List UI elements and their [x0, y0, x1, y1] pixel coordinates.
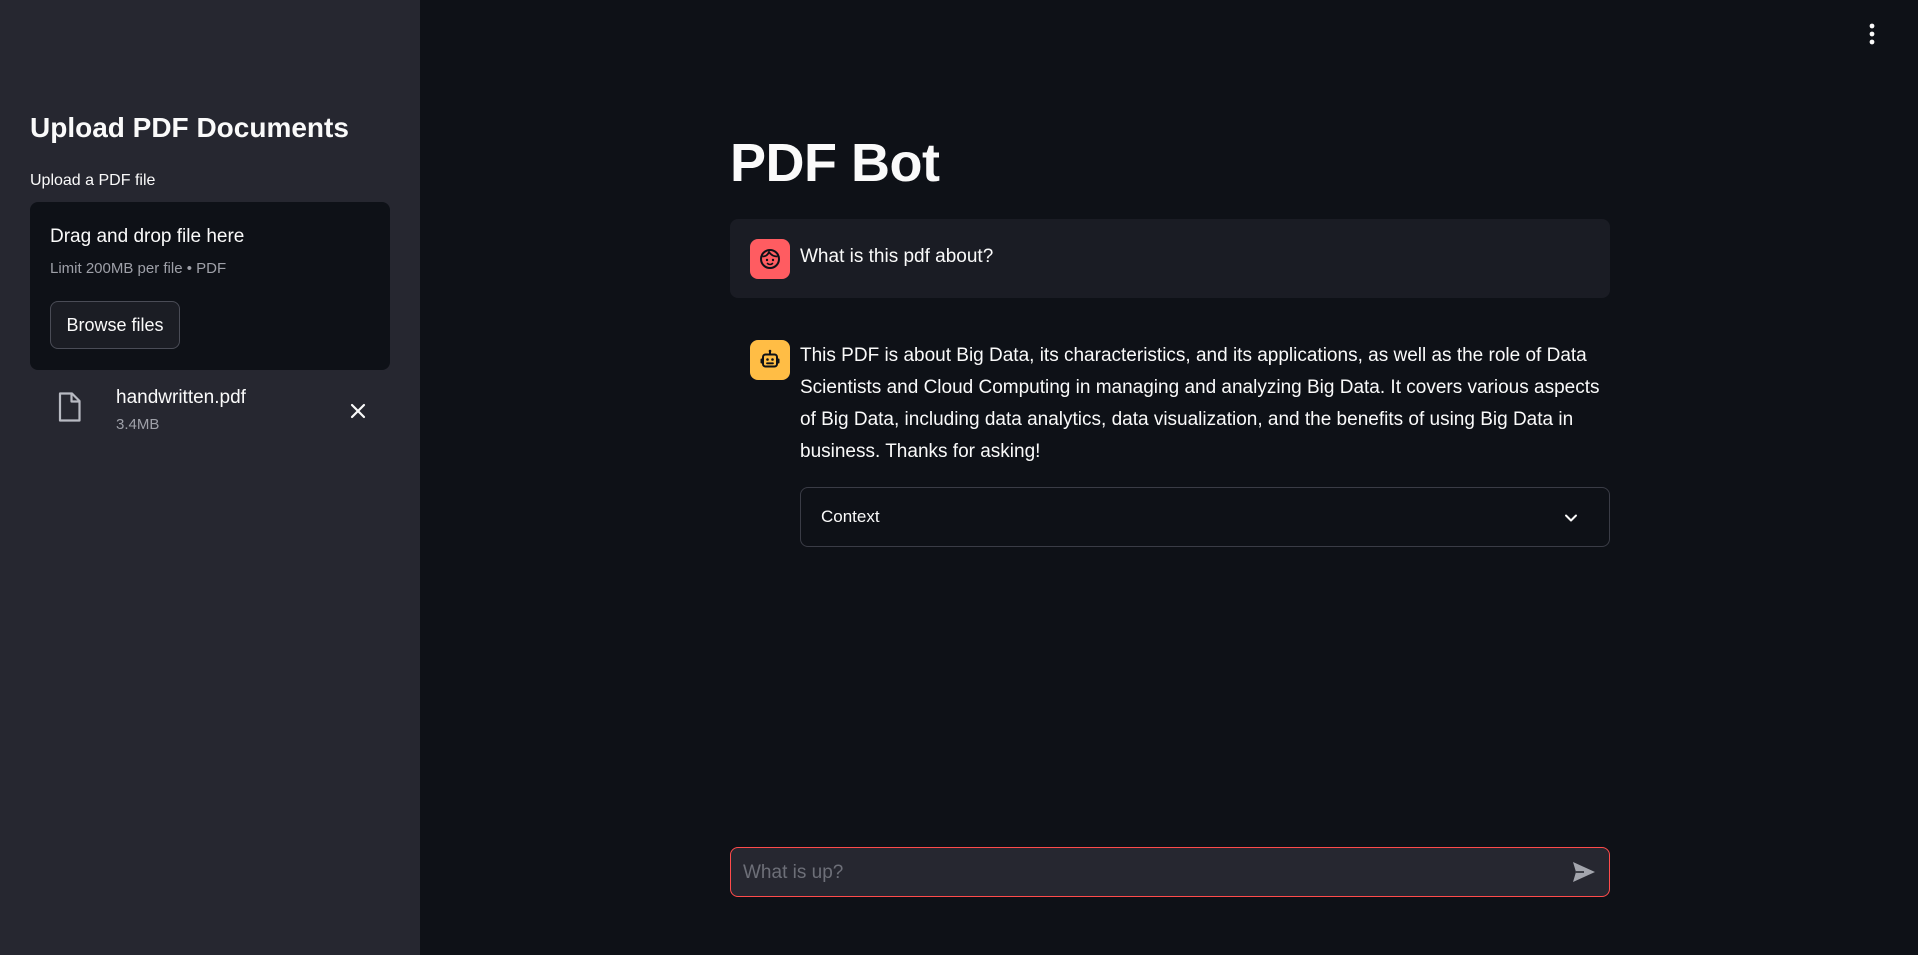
sidebar-title: Upload PDF Documents — [30, 112, 349, 143]
close-icon[interactable] — [346, 399, 370, 423]
robot-icon — [760, 349, 780, 368]
chat-message-user: What is this pdf about? — [730, 219, 1610, 298]
dropzone-title: Drag and drop file here — [50, 226, 245, 247]
uploader-label: Upload a PDF file — [30, 172, 156, 189]
main-menu-icon[interactable] — [1862, 20, 1882, 48]
send-icon[interactable] — [1571, 860, 1597, 884]
chat-input[interactable] — [741, 848, 1545, 898]
assistant-avatar — [750, 340, 790, 380]
app: Upload PDF Documents Upload a PDF file D… — [0, 0, 1918, 955]
context-expander[interactable]: Context — [800, 487, 1610, 547]
dropzone-limit-text: Limit 200MB per file • PDF — [50, 260, 227, 277]
user-message-text: What is this pdf about? — [800, 246, 994, 267]
uploaded-file-item: handwritten.pdf 3.4MB — [30, 380, 390, 442]
chevron-down-icon — [1565, 514, 1577, 522]
page-title: PDF Bot — [730, 133, 940, 193]
file-icon — [58, 392, 81, 422]
file-size: 3.4MB — [116, 416, 160, 433]
chat-input-container — [730, 847, 1610, 898]
assistant-message-text: This PDF is about Big Data, its characte… — [800, 345, 1600, 462]
expander-label: Context — [821, 507, 880, 526]
file-dropzone[interactable]: Drag and drop file here Limit 200MB per … — [30, 202, 390, 370]
browse-files-button[interactable]: Browse files — [50, 301, 180, 349]
user-face-icon — [760, 249, 780, 269]
file-name: handwritten.pdf — [116, 387, 246, 408]
sidebar: Upload PDF Documents Upload a PDF file D… — [0, 0, 420, 955]
user-avatar — [750, 239, 790, 279]
